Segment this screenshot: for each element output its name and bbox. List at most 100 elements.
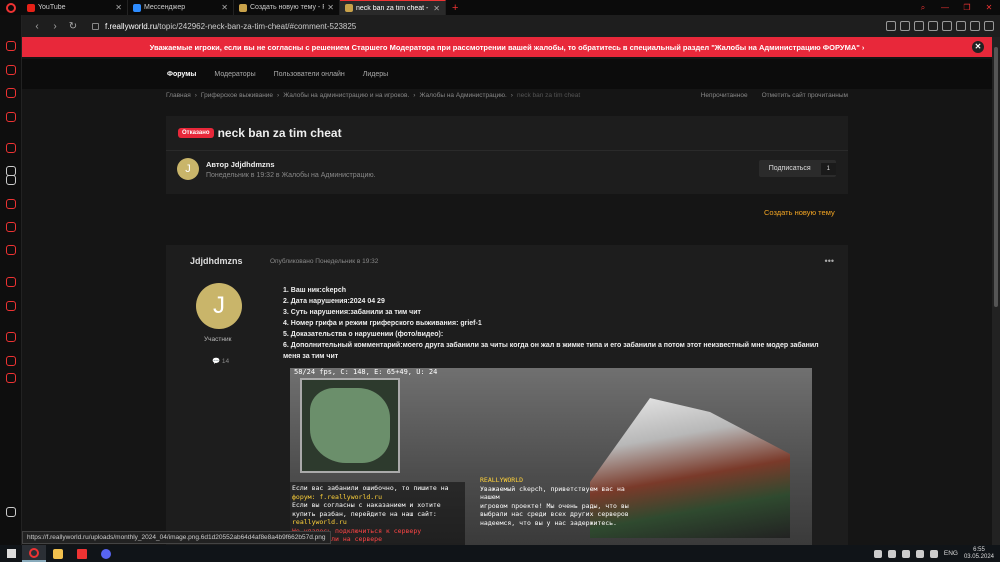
taskbar-app-checkmark[interactable]	[70, 545, 94, 562]
aria-icon[interactable]	[6, 143, 16, 153]
tray-chevron-icon[interactable]	[901, 549, 910, 558]
game-welcome-message: REALLYWORLD Уважаемый ckepch, приветству…	[480, 476, 630, 527]
tab-label: Мессенджер	[144, 4, 186, 11]
box-icon[interactable]	[6, 356, 16, 366]
url-field[interactable]: f.reallyworld.ru /topic/242962-neck-ban-…	[92, 22, 886, 31]
nav-leaders[interactable]: Лидеры	[363, 71, 388, 78]
nav-online-users[interactable]: Пользователи онлайн	[274, 71, 345, 78]
post-line: 6. Дополнительный комментарий:моего друг…	[283, 342, 819, 349]
start-button[interactable]	[0, 549, 22, 558]
author-name[interactable]: Автор Jdjdhdmzns	[206, 160, 376, 169]
subscribe-button[interactable]: Подписаться 1	[758, 160, 836, 177]
opera-logo-icon[interactable]	[0, 0, 22, 15]
breadcrumb-separator: ›	[277, 92, 280, 99]
page-title: neck ban za tim cheat	[217, 126, 342, 140]
lock-icon	[92, 22, 99, 30]
post-username[interactable]: Jdjdhdmzns	[190, 256, 243, 266]
chat-line: Уважаемый ckepch, приветствуем вас на на…	[480, 484, 625, 502]
vk-icon[interactable]	[6, 245, 16, 255]
post-line: меня за тим чит	[283, 353, 339, 360]
messenger-icon	[133, 3, 141, 12]
twitch-icon[interactable]	[6, 88, 16, 98]
x-twitter-icon[interactable]	[6, 175, 16, 185]
forward-button[interactable]: ›	[46, 21, 64, 32]
nav-moderators[interactable]: Модераторы	[214, 71, 255, 78]
shopping-icon[interactable]	[6, 65, 16, 75]
discord-tray-icon[interactable]	[873, 549, 882, 558]
forum-favicon-icon	[239, 3, 247, 12]
post-line: 3. Суть нарушения:забанили за тим чит	[283, 309, 421, 316]
mark-read-link[interactable]: Отметить сайт прочитанным	[762, 92, 848, 99]
post-line: 2. Дата нарушения:2024 04 29	[283, 298, 385, 305]
close-banner-button[interactable]: ✕	[972, 41, 984, 53]
close-tab-icon[interactable]: ✕	[221, 3, 228, 12]
download-icon[interactable]	[970, 21, 980, 31]
volume-icon[interactable]	[929, 549, 938, 558]
taskbar-explorer[interactable]	[46, 545, 70, 562]
post-line: 4. Номер грифа и режим гриферского выжив…	[283, 320, 482, 327]
browser-sidebar	[0, 15, 22, 545]
create-topic-link[interactable]: Создать новую тему	[764, 208, 835, 217]
announcement-banner[interactable]: Уважаемые игроки, если вы не согласны с …	[22, 37, 992, 57]
language-indicator[interactable]: ENG	[944, 550, 958, 557]
nvidia-tray-icon[interactable]	[887, 549, 896, 558]
taskbar-opera[interactable]	[22, 545, 46, 562]
close-tab-icon[interactable]: ✕	[327, 3, 334, 12]
chat-line: выбрали нас среди всех других серверов	[480, 510, 629, 518]
minimize-button[interactable]: —	[934, 0, 956, 15]
unread-link[interactable]: Непрочитанное	[701, 92, 748, 99]
page-scrollbar[interactable]	[992, 37, 1000, 545]
search-tabs-icon[interactable]: ⌕	[912, 0, 934, 15]
reload-button[interactable]: ↻	[64, 21, 82, 32]
breadcrumb-complaints[interactable]: Жалобы на администрацию и на игроков.	[283, 92, 409, 99]
chat-line: reallyworld.ru	[292, 518, 347, 526]
new-tab-button[interactable]: +	[446, 0, 464, 15]
back-button[interactable]: ‹	[28, 21, 46, 32]
menu-icon[interactable]	[984, 21, 994, 31]
wifi-icon[interactable]	[915, 549, 924, 558]
heart-icon[interactable]	[6, 301, 16, 311]
chat-line: купить разбан, перейдите на наш сайт:	[292, 509, 437, 518]
post-date: Опубликовано Понедельник в 19:32	[270, 258, 379, 265]
window-controls: ⌕ — ❐ ✕	[912, 0, 1000, 15]
breadcrumb-home[interactable]: Главная	[166, 92, 191, 99]
breadcrumb-griefer[interactable]: Гриферское выживание	[201, 92, 273, 99]
chat-line: REALLYWORLD	[480, 476, 524, 484]
app-icon[interactable]	[6, 222, 16, 232]
status-badge: Отказано	[178, 128, 214, 138]
tab-current-topic[interactable]: neck ban za tim cheat - Ж ✕	[340, 0, 446, 15]
extensions-icon[interactable]	[928, 21, 938, 31]
clock-icon[interactable]	[6, 332, 16, 342]
player-icon[interactable]	[6, 277, 16, 287]
maximize-button[interactable]: ❐	[956, 0, 978, 15]
vpn-icon[interactable]	[914, 21, 924, 31]
camera-icon[interactable]	[900, 21, 910, 31]
breadcrumb: Главная › Гриферское выживание › Жалобы …	[166, 92, 580, 99]
post-screenshot-image[interactable]: 58/24 fps, C: 148, E: 65+49, U: 24 Если …	[290, 368, 812, 545]
share-icon[interactable]	[886, 21, 896, 31]
more-options-icon[interactable]: •••	[825, 256, 834, 266]
taskbar-discord[interactable]	[94, 545, 118, 562]
close-tab-icon[interactable]: ✕	[115, 3, 122, 12]
tab-create-topic[interactable]: Создать новую тему - Rea ✕	[234, 0, 340, 15]
chat-line: Если вы согласны с наказанием и хотите	[292, 501, 441, 509]
breadcrumb-admin-complaints[interactable]: Жалобы на Администрацию.	[419, 92, 506, 99]
avatar[interactable]: J	[196, 283, 242, 329]
clock-time: 6:55	[973, 546, 985, 553]
settings-icon[interactable]	[6, 373, 16, 383]
profile-icon[interactable]	[956, 21, 966, 31]
nav-forums[interactable]: Форумы	[167, 71, 196, 78]
yandex-icon[interactable]	[6, 199, 16, 209]
bookmark-heart-icon[interactable]	[942, 21, 952, 31]
clock[interactable]: 6:55 03.05.2024	[964, 547, 994, 561]
customize-icon[interactable]	[6, 507, 16, 517]
close-window-button[interactable]: ✕	[978, 0, 1000, 15]
ai-icon[interactable]	[6, 112, 16, 122]
avatar[interactable]: J	[177, 158, 199, 180]
speed-dial-icon[interactable]	[6, 41, 16, 51]
tab-messenger[interactable]: Мессенджер ✕	[128, 0, 234, 15]
subscribe-count: 1	[820, 162, 836, 175]
forum-favicon-icon	[345, 4, 353, 12]
close-tab-icon[interactable]: ✕	[433, 4, 440, 13]
tab-youtube[interactable]: YouTube ✕	[22, 0, 128, 15]
